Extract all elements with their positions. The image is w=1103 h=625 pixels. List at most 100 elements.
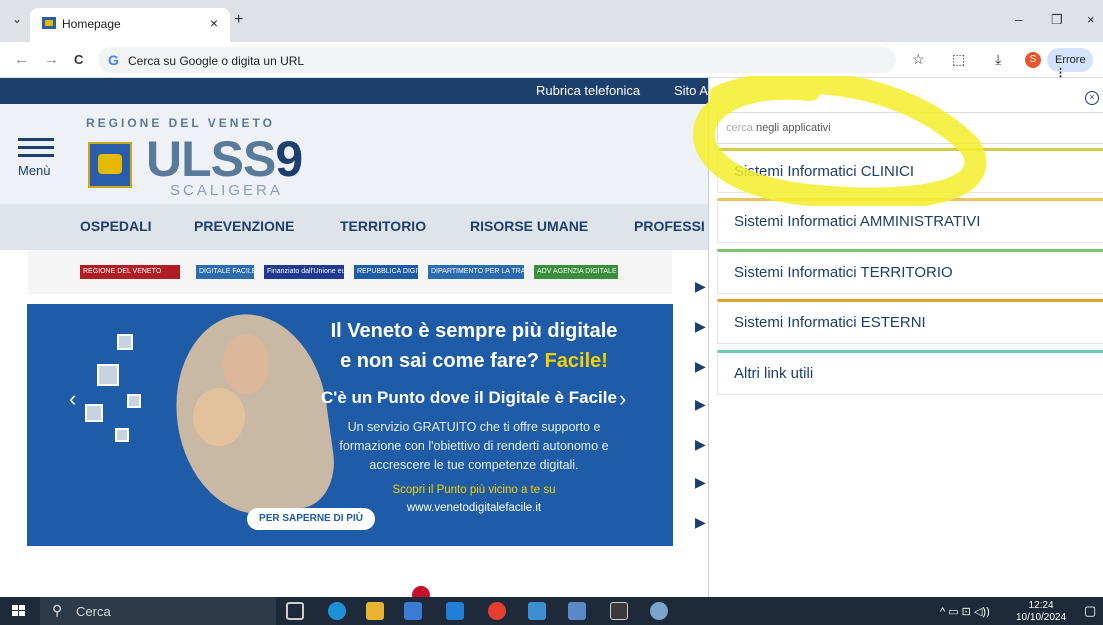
region-title: REGIONE DEL VENETO xyxy=(86,116,275,130)
error-label: Errore xyxy=(1055,54,1086,66)
tab-search-button[interactable]: ⌄ xyxy=(12,12,22,26)
address-bar[interactable]: G Cerca su Google o digita un URL xyxy=(98,47,896,73)
side-arrow-icon[interactable]: ▶ xyxy=(695,514,706,531)
nav-risorse-umane[interactable]: RISORSE UMANE xyxy=(470,218,588,234)
link-sistemi-esterni[interactable]: Sistemi Informatici ESTERNI xyxy=(717,299,1103,344)
close-window-button[interactable]: × xyxy=(1087,12,1095,27)
nav-territorio[interactable]: TERRITORIO xyxy=(340,218,426,234)
partner-logos-bar: REGIONE DEL VENETO DIGITALE FACILE Finan… xyxy=(28,250,672,294)
link-sistemi-territorio[interactable]: Sistemi Informatici TERRITORIO xyxy=(717,249,1103,294)
side-arrow-icon[interactable]: ▶ xyxy=(695,474,706,491)
map-pin-icon xyxy=(412,586,430,597)
browser-toolbar: ← → C G Cerca su Google o digita un URL … xyxy=(0,42,1103,79)
app-icon[interactable] xyxy=(568,602,586,620)
minimize-button[interactable]: – xyxy=(1015,12,1022,27)
forward-button[interactable]: → xyxy=(44,51,59,68)
woman-face xyxy=(193,388,245,446)
banner-headline-2: e non sai come fare? Facile! xyxy=(309,350,639,373)
veneto-lion-crest-icon xyxy=(88,142,132,188)
logo-scaligera-text: SCALIGERA xyxy=(170,182,283,199)
hamburger-icon xyxy=(18,138,54,141)
notifications-icon[interactable]: ▢ xyxy=(1084,603,1096,619)
windows-taskbar: ⚲ Cerca ^ ▭ ⊡ ◁)) 12:24 10/10/2024 ▢ xyxy=(0,597,1103,625)
back-button[interactable]: ← xyxy=(14,51,29,68)
taskbar-search-box[interactable]: ⚲ Cerca xyxy=(40,597,276,625)
screen: ⌄ Homepage × + – ❐ × ← → C G Cerca su Go… xyxy=(0,0,1103,625)
link-altri-link-utili[interactable]: Altri link utili xyxy=(717,350,1103,395)
search-icon: ⚲ xyxy=(52,602,63,618)
clock-date: 10/10/2024 xyxy=(1016,612,1067,623)
chrome-icon[interactable] xyxy=(488,602,506,620)
website-page: Rubrica telefonica Sito A Menù REGIONE D… xyxy=(0,78,708,597)
logo-eu: Finanziato dall'Unione europea xyxy=(264,265,344,279)
reload-button[interactable]: C xyxy=(74,52,83,67)
decor-tile xyxy=(115,428,129,442)
tab-title: Homepage xyxy=(62,17,121,31)
applicativi-panel: × cerca negli applicativi Sistemi Inform… xyxy=(708,78,1103,597)
search-applicativi-input[interactable]: cerca negli applicativi xyxy=(717,112,1103,144)
google-icon: G xyxy=(108,52,119,68)
paint-icon[interactable] xyxy=(650,602,668,620)
nav-professionisti[interactable]: PROFESSI xyxy=(634,218,705,234)
decor-tile xyxy=(117,334,133,350)
side-arrow-icon[interactable]: ▶ xyxy=(695,436,706,453)
rubrica-link[interactable]: Rubrica telefonica xyxy=(536,83,640,98)
favicon-icon xyxy=(42,17,56,29)
new-tab-button[interactable]: + xyxy=(234,11,243,29)
link-sistemi-clinici[interactable]: Sistemi Informatici CLINICI xyxy=(717,148,1103,193)
side-arrow-icon[interactable]: ▶ xyxy=(695,278,706,295)
taskbar-search-label: Cerca xyxy=(76,604,111,619)
site-navbar: OSPEDALI PREVENZIONE TERRITORIO RISORSE … xyxy=(0,204,708,250)
decor-tile xyxy=(85,404,103,422)
banner-text-2: formazione con l'obiettivo di renderti a… xyxy=(339,439,609,453)
menu-label: Menù xyxy=(18,163,51,178)
store-icon[interactable] xyxy=(404,602,422,620)
site-logo[interactable]: ULSS9 xyxy=(146,130,303,188)
clock-time: 12:24 xyxy=(1028,600,1054,611)
tab-homepage[interactable]: Homepage × xyxy=(30,8,230,42)
close-panel-icon[interactable]: × xyxy=(1085,91,1099,105)
logo-repubblica-digitale: REPUBBLICA DIGITALE xyxy=(354,265,418,279)
sito-link[interactable]: Sito A xyxy=(674,83,708,98)
banner-headline-1: Il Veneto è sempre più digitale xyxy=(330,320,618,342)
clock[interactable]: 12:24 10/10/2024 xyxy=(1016,600,1066,624)
logo-regione-veneto: REGIONE DEL VENETO xyxy=(80,265,180,279)
banner-yellow-text: Scopri il Punto più vicino a te su xyxy=(392,484,556,496)
windows-start-icon[interactable] xyxy=(12,605,26,617)
nav-ospedali[interactable]: OSPEDALI xyxy=(80,218,152,234)
hamburger-menu-button[interactable]: Menù xyxy=(18,138,56,180)
file-explorer-icon[interactable] xyxy=(366,602,384,620)
edge-icon[interactable] xyxy=(328,602,346,620)
logo-adv: ADV AGENZIA DIGITALE DEL VENETO xyxy=(534,265,618,279)
extensions-icon[interactable]: ⬚ xyxy=(952,51,965,68)
search-placeholder-rest: negli applicativi xyxy=(752,122,831,134)
carousel-prev-icon[interactable]: ‹ xyxy=(69,386,76,412)
side-arrow-icon[interactable]: ▶ xyxy=(695,396,706,413)
tab-strip: ⌄ Homepage × + – ❐ × xyxy=(0,0,1103,42)
decor-tile xyxy=(127,394,141,408)
saperne-di-piu-button[interactable]: PER SAPERNE DI PIÙ xyxy=(247,508,375,530)
banner-text-3: accrescere le tue competenze digitali. xyxy=(369,458,579,472)
side-arrow-icon[interactable]: ▶ xyxy=(695,358,706,375)
bookmark-star-icon[interactable]: ☆ xyxy=(912,51,925,68)
decor-tile xyxy=(97,364,119,386)
banner-text-1: Un servizio GRATUITO che ti offre suppor… xyxy=(347,420,601,434)
side-arrow-icon[interactable]: ▶ xyxy=(695,318,706,335)
logo-dipartimento: DIPARTIMENTO PER LA TRASFORMAZIONE DIGIT… xyxy=(428,265,524,279)
tab-close-icon[interactable]: × xyxy=(210,15,218,31)
logo-digitale-facile: DIGITALE FACILE xyxy=(196,265,254,279)
system-tray-icons[interactable]: ^ ▭ ⊡ ◁)) xyxy=(940,605,990,618)
profile-avatar[interactable]: S xyxy=(1025,52,1041,68)
mail-icon[interactable] xyxy=(446,602,464,620)
hero-banner[interactable]: ‹ › Il Veneto è sempre più digitale e no… xyxy=(27,304,673,546)
task-view-icon[interactable] xyxy=(286,602,304,620)
nav-prevenzione[interactable]: PREVENZIONE xyxy=(194,218,294,234)
download-icon[interactable]: ⤓ xyxy=(995,51,1001,68)
restore-button[interactable]: ❐ xyxy=(1051,12,1063,28)
app-icon[interactable] xyxy=(528,602,546,620)
site-topbar: Rubrica telefonica Sito A xyxy=(0,78,708,104)
terminal-icon[interactable] xyxy=(610,602,628,620)
search-placeholder-hl: cerca xyxy=(726,122,753,134)
error-button[interactable]: Errore ⋮ xyxy=(1047,48,1093,79)
link-sistemi-amministrativi[interactable]: Sistemi Informatici AMMINISTRATIVI xyxy=(717,198,1103,243)
